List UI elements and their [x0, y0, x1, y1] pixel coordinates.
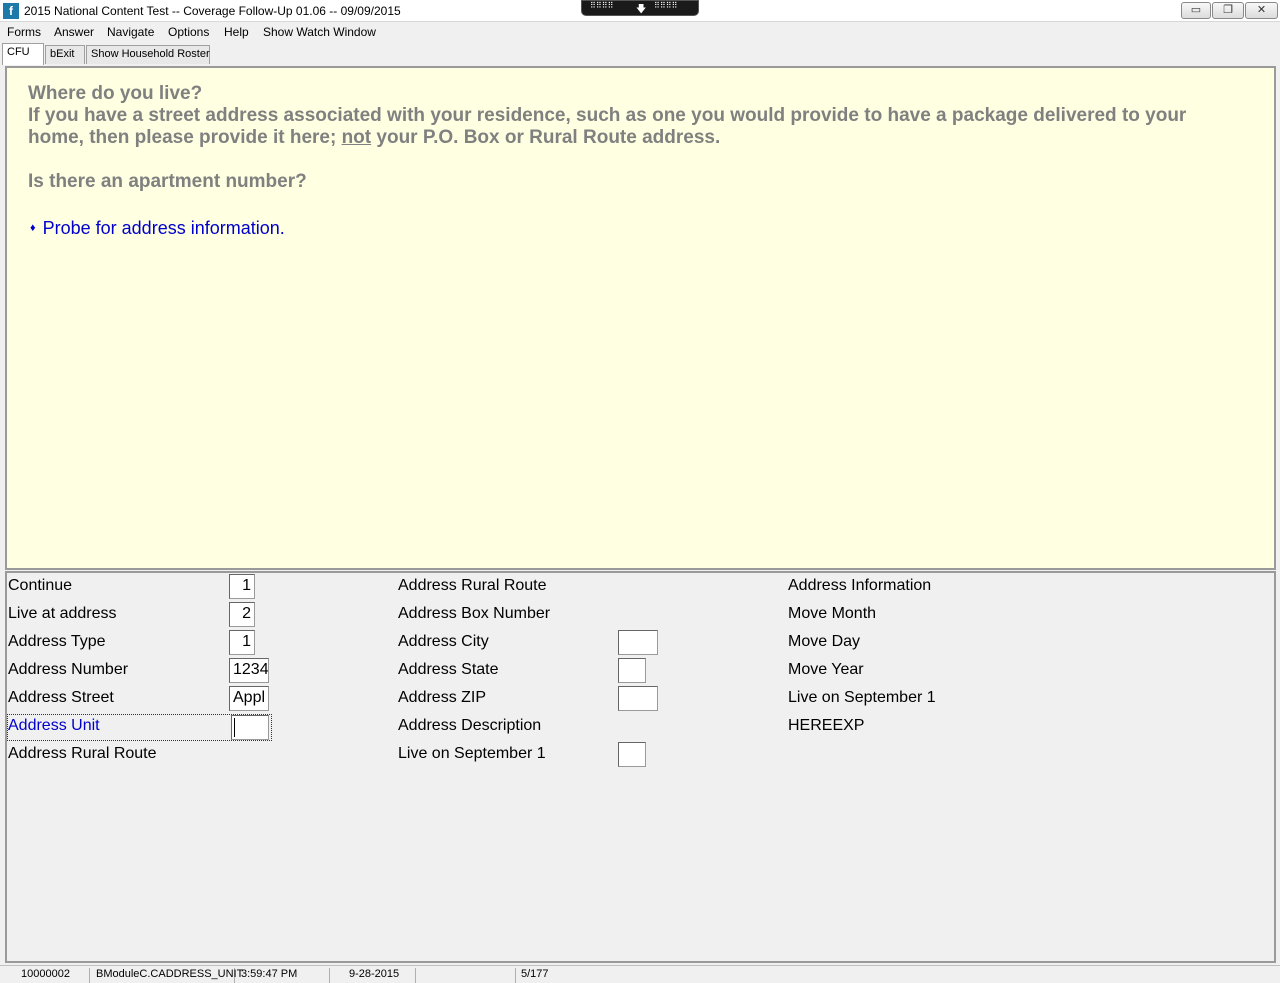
field-input-address-zip[interactable] [618, 686, 658, 711]
status-date: 9-28-2015 [332, 968, 416, 983]
text-cursor [234, 718, 235, 737]
field-input-address-city[interactable] [618, 630, 658, 655]
field-label-address-number[interactable]: Address Number [8, 661, 128, 679]
question-followup: Is there an apartment number? [28, 171, 307, 192]
status-time: 3:59:47 PM [237, 968, 330, 983]
field-input-address-type[interactable]: 1 [229, 630, 255, 655]
field-label-address-unit[interactable]: Address Unit [8, 717, 100, 735]
field-input-live-at-address[interactable]: 2 [229, 602, 255, 627]
field-label-live-on-september-1[interactable]: Live on September 1 [398, 745, 546, 763]
arrow-down-icon[interactable]: 🡇 [636, 2, 646, 19]
field-label-move-day[interactable]: Move Day [788, 633, 860, 651]
menu-answer[interactable]: Answer [54, 25, 94, 39]
field-pane: Continue 1 Live at address 2 Address Typ… [5, 571, 1276, 963]
window-title: 2015 National Content Test -- Coverage F… [24, 4, 401, 18]
field-label-address-state[interactable]: Address State [398, 661, 499, 679]
field-label-address-city[interactable]: Address City [398, 633, 489, 651]
interviewer-instruction: ♦ Probe for address information. [30, 218, 285, 239]
field-input-address-street[interactable]: Appl [229, 686, 269, 711]
tab-show-household-roster[interactable]: Show Household Roster [86, 45, 210, 64]
title-bar: f 2015 National Content Test -- Coverage… [0, 0, 1280, 22]
field-label-live-at-address[interactable]: Live at address [8, 605, 117, 623]
menu-show-watch-window[interactable]: Show Watch Window [263, 25, 376, 39]
field-input-continue[interactable]: 1 [229, 574, 255, 599]
status-bar: 10000002 BModuleC.CADDRESS_UNIT 3:59:47 … [0, 965, 1280, 983]
remote-session-toolbar[interactable]: ⠿⠿⠿⠿ 🡇 ⠿⠿⠿⠿ [581, 0, 699, 16]
field-input-live-on-september-1[interactable] [618, 742, 646, 767]
status-page-count: 5/177 [521, 968, 549, 980]
tab-bar: CFU bExit Show Household Roster [0, 42, 1280, 65]
menu-options[interactable]: Options [168, 25, 209, 39]
field-input-address-state[interactable] [618, 658, 646, 683]
field-input-address-unit[interactable] [231, 715, 269, 740]
question-text-segment: your P.O. Box or Rural Route address. [371, 127, 721, 148]
maximize-button[interactable]: ❐ [1212, 2, 1244, 19]
close-button[interactable]: ✕ [1245, 2, 1278, 19]
field-label-address-street[interactable]: Address Street [8, 689, 114, 707]
field-label-live-on-september-1-b[interactable]: Live on September 1 [788, 689, 936, 707]
diamond-bullet-icon: ♦ [30, 222, 36, 234]
question-text-segment: home, then please provide it here; [28, 127, 342, 148]
field-label-address-description[interactable]: Address Description [398, 717, 541, 735]
menu-navigate[interactable]: Navigate [107, 25, 154, 39]
field-label-address-box-number[interactable]: Address Box Number [398, 605, 550, 623]
instruction-text: Probe for address information. [42, 218, 285, 238]
app-icon: f [3, 3, 19, 19]
menu-help[interactable]: Help [224, 25, 249, 39]
field-label-address-rural-route[interactable]: Address Rural Route [8, 745, 157, 763]
field-label-address-information[interactable]: Address Information [788, 577, 931, 595]
grip-icon: ⠿⠿⠿⠿ [590, 1, 614, 10]
question-text-line: home, then please provide it here; not y… [28, 127, 720, 149]
field-label-hereexp[interactable]: HEREEXP [788, 717, 864, 735]
question-text-line: If you have a street address associated … [28, 105, 1187, 126]
status-field-path: BModuleC.CADDRESS_UNIT [92, 968, 243, 983]
field-label-move-year[interactable]: Move Year [788, 661, 864, 679]
field-label-address-type[interactable]: Address Type [8, 633, 106, 651]
field-input-address-number[interactable]: 1234 [229, 658, 269, 683]
question-pane: Where do you live? If you have a street … [5, 66, 1276, 570]
emphasis-text: not [341, 127, 372, 148]
tab-bexit[interactable]: bExit [45, 45, 85, 64]
field-label-address-rural-route-2[interactable]: Address Rural Route [398, 577, 547, 595]
menu-forms[interactable]: Forms [7, 25, 41, 39]
status-case-id: 10000002 [2, 968, 90, 983]
field-label-move-month[interactable]: Move Month [788, 605, 876, 623]
status-blank [418, 968, 516, 983]
field-label-continue[interactable]: Continue [8, 577, 72, 595]
tab-cfu[interactable]: CFU [2, 43, 44, 65]
minimize-button[interactable]: ▭ [1181, 2, 1211, 19]
field-label-address-zip[interactable]: Address ZIP [398, 689, 486, 707]
menu-bar: Forms Answer Navigate Options Help Show … [0, 22, 1280, 42]
grip-icon: ⠿⠿⠿⠿ [654, 1, 678, 10]
question-heading: Where do you live? [28, 83, 203, 104]
